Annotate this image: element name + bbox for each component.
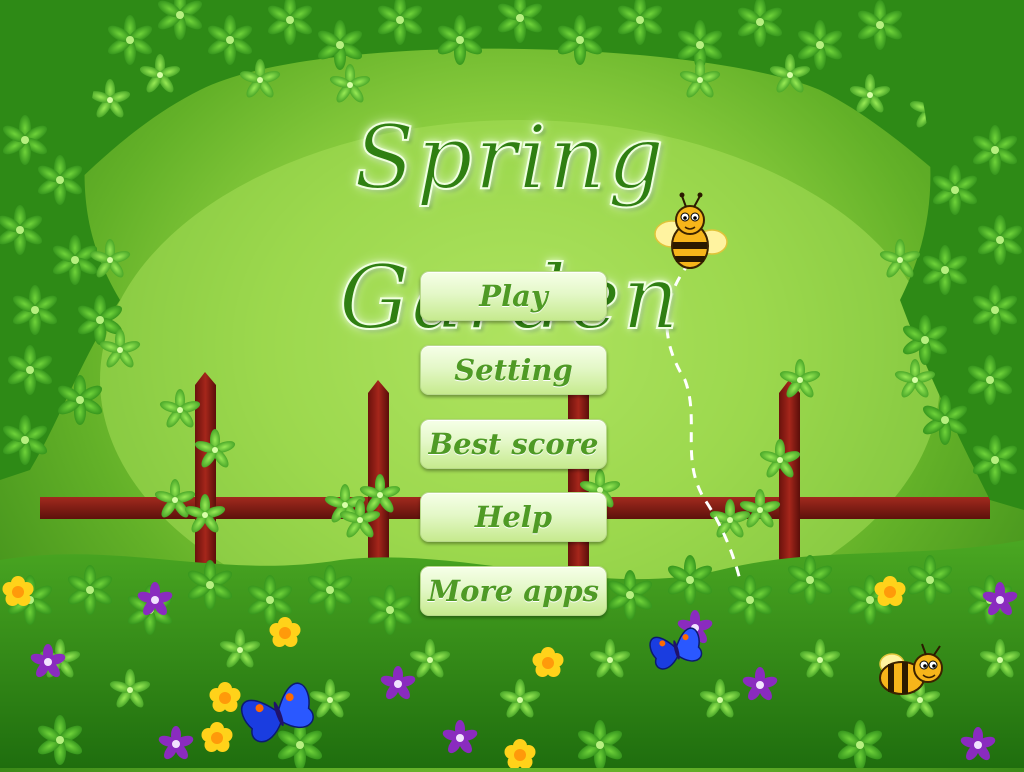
more-apps-button[interactable]: More apps: [420, 566, 607, 616]
play-button[interactable]: Play: [420, 271, 607, 321]
setting-button[interactable]: Setting: [420, 345, 607, 395]
help-button[interactable]: Help: [420, 492, 607, 542]
game-scene: Spring Garden Play Setting Best score He…: [0, 0, 1024, 770]
best-score-button[interactable]: Best score: [420, 419, 607, 469]
game-title: Spring Garden: [338, 105, 680, 350]
